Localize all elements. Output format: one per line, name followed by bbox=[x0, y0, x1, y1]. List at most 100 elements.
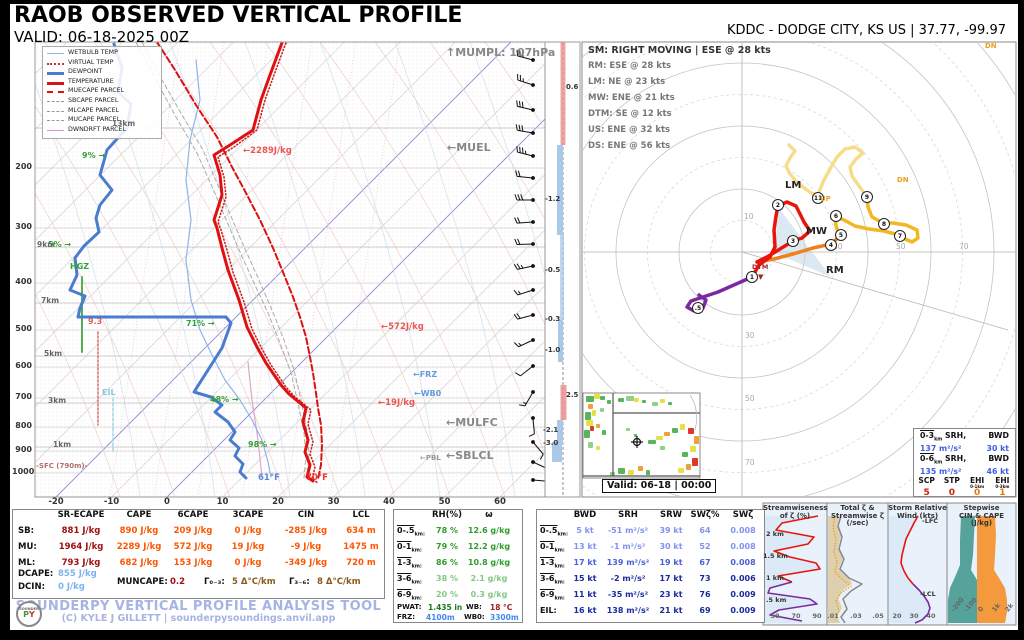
dwndrft-parcel-trace bbox=[248, 362, 262, 478]
muncape-value: 0.2 bbox=[170, 578, 185, 587]
thermo-row-label-0: SB: bbox=[18, 527, 34, 536]
radar-echo bbox=[590, 426, 594, 431]
panel-1-tick-0: .01 bbox=[827, 613, 839, 620]
bwd-0-6-value: 46 kt bbox=[987, 467, 1009, 476]
height-label-1km: 1km bbox=[53, 441, 71, 449]
omega-bar-down bbox=[557, 145, 563, 235]
radar-echo bbox=[694, 436, 699, 444]
dry-adiabat bbox=[210, 42, 450, 497]
3cape-value-label: ←19J/kg bbox=[378, 399, 415, 408]
barb-tick-half bbox=[523, 403, 526, 404]
muel-label: ←MUEL bbox=[447, 142, 491, 154]
branding-credit: (C) KYLE J GILLETT | sounderpysoundings.… bbox=[12, 614, 385, 624]
radar-echo bbox=[596, 424, 600, 428]
panel-title-stepwise: Stepwise CIN & CAPE (J/kg) bbox=[947, 505, 1016, 528]
shear-cell-5-4: 0.009 bbox=[713, 607, 773, 616]
height-label-5km: 5km bbox=[44, 350, 62, 358]
sblcl-label: ←SBLCL bbox=[446, 450, 494, 462]
dry-adiabat bbox=[155, 42, 395, 497]
gamma03-value: 5 Δ°C/km bbox=[232, 578, 276, 587]
thermo-cell-2-5: 720 m bbox=[327, 559, 395, 568]
hodo-info-0: SM: RIGHT MOVING | ESE @ 28 kts bbox=[588, 46, 771, 56]
panel-0-ylabel-0: 2 km bbox=[766, 531, 784, 538]
shear-cell-3-4: 0.006 bbox=[713, 575, 773, 584]
updraft-label: UP bbox=[820, 196, 831, 204]
radar-echo bbox=[618, 468, 625, 474]
muncape-label: MUNCAPE: bbox=[117, 578, 168, 587]
barb-tick-full bbox=[515, 218, 517, 223]
mean-wind-label: MW bbox=[806, 226, 827, 237]
downdraft-label-2: DN bbox=[985, 43, 997, 51]
radar-echo bbox=[594, 394, 600, 399]
barb-tick-full bbox=[522, 125, 523, 131]
legend-label-5: SBCAPE PARCEL bbox=[68, 98, 118, 105]
radar-echo bbox=[585, 412, 591, 420]
radar-echo bbox=[596, 446, 600, 450]
radar-echo bbox=[626, 396, 634, 401]
barb-tick-full bbox=[518, 239, 520, 245]
radar-echo bbox=[668, 402, 672, 405]
hodo-info-2: LM: NE @ 23 kts bbox=[588, 78, 665, 87]
legend-sample-1 bbox=[47, 63, 64, 65]
radar-echo bbox=[656, 436, 663, 440]
gamma03-label: Γ₀₋₃: bbox=[204, 578, 225, 587]
hodo-ring-label-5: 50 bbox=[745, 395, 755, 403]
shear-cell-0-4: 0.008 bbox=[713, 527, 773, 536]
barb-tick-full bbox=[529, 434, 534, 437]
barb-staff bbox=[533, 418, 534, 434]
legend-label-3: TEMPERATURE bbox=[68, 79, 114, 86]
omega-value-2: -0.5 bbox=[545, 267, 560, 275]
radar-echo bbox=[638, 466, 643, 471]
hodo-height-marker-7: 7 bbox=[894, 230, 906, 242]
shear-cell-2-4: 0.008 bbox=[713, 559, 773, 568]
radar-echo bbox=[686, 464, 691, 470]
panel-0-ylabel-1: 1.5 km bbox=[763, 553, 788, 560]
thermo-header-3CAPE: 3CAPE bbox=[216, 511, 280, 520]
hodo-info-3: MW: ENE @ 21 kts bbox=[588, 94, 675, 103]
mucape-value-label: ←2289J/kg bbox=[243, 147, 292, 156]
barb-tick-full bbox=[517, 313, 520, 318]
shear-cell-1-4: 0.008 bbox=[713, 543, 773, 552]
pbl-label: ←PBL bbox=[420, 455, 441, 463]
hodo-info-5: US: ENE @ 32 kts bbox=[588, 126, 670, 135]
rh-label-98: 98% → bbox=[248, 441, 277, 450]
barb-tick-full bbox=[519, 125, 520, 131]
barb-tick-full bbox=[517, 146, 518, 152]
panel-0-ylabel-3: .5 km bbox=[766, 597, 786, 604]
hodo-info-1: RM: ESE @ 28 kts bbox=[588, 62, 671, 71]
panel-2-tick-2: 40 bbox=[926, 613, 935, 620]
omega-value-6: -2.1 bbox=[543, 427, 558, 435]
mumpl-label: ↑MUMPL: 107hPa bbox=[446, 47, 555, 59]
radar-echo bbox=[664, 432, 670, 436]
mixing-ratio-line bbox=[330, 42, 400, 497]
srw-lcl-label: -LCL bbox=[920, 591, 936, 598]
barb-tick-full bbox=[515, 373, 520, 376]
frz-value: 4100m bbox=[426, 614, 455, 622]
panel-title-streamwiseness: Streamwiseness of ζ (%) bbox=[763, 505, 827, 520]
composite-indices: SCP5STP0EHI0-1km0EHI0-3km1 bbox=[914, 477, 1015, 498]
pwat-label: PWAT: bbox=[397, 604, 422, 612]
dcape-label: DCAPE: bbox=[18, 570, 53, 579]
sounderpy-logo: SOUNDER PY bbox=[16, 601, 42, 627]
valid-time: VALID: 06-18-2025 00Z bbox=[14, 29, 189, 46]
barb-tick-full bbox=[519, 405, 525, 406]
rh-label-48: 48% → bbox=[210, 396, 239, 405]
radar-echo bbox=[600, 396, 605, 400]
height-label-3km: 3km bbox=[48, 397, 66, 405]
radar-inset bbox=[583, 393, 700, 478]
surface-dewpoint-label: 61°F bbox=[258, 474, 280, 483]
surface-temp-label: 70°F bbox=[306, 474, 328, 483]
pressure-tick-500: 500 bbox=[12, 325, 32, 334]
temp-tick-50: 50 bbox=[433, 498, 457, 507]
hodo-info-4: DTM: SE @ 12 kts bbox=[588, 110, 672, 119]
radar-echo bbox=[584, 430, 590, 438]
temp-tick--10: -10 bbox=[100, 498, 124, 507]
hodo-ring-label-3: 70 bbox=[959, 243, 969, 251]
legend-sample-0 bbox=[47, 53, 64, 54]
radar-echo bbox=[602, 430, 606, 435]
panel-1-tick-2: .05 bbox=[872, 613, 884, 620]
left-mover-label: LM bbox=[785, 180, 801, 191]
hodo-info-6: DS: ENE @ 56 kts bbox=[588, 142, 670, 151]
hodo-height-marker-.5: .5 bbox=[692, 302, 704, 314]
right-mover-label: RM bbox=[826, 265, 844, 276]
